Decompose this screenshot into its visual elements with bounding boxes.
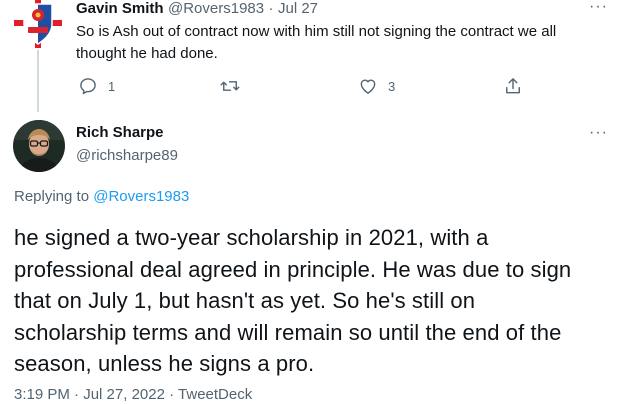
author-handle[interactable]: @richsharpe89 xyxy=(76,147,178,164)
like-count: 3 xyxy=(388,78,396,94)
replying-to-label: Replying to xyxy=(14,188,90,205)
reply-tweet-text: So is Ash out of contract now with him s… xyxy=(76,23,557,62)
heart-icon xyxy=(360,79,376,94)
meta-separator: · xyxy=(169,386,175,403)
tweet-date[interactable]: Jul 27, 2022 xyxy=(83,386,165,403)
crest-icon xyxy=(14,0,62,48)
reply-count: 1 xyxy=(108,78,116,94)
tweet-meta: 3:19 PM · Jul 27, 2022 · TweetDeck xyxy=(14,386,252,403)
author-handle[interactable]: @Rovers1983 xyxy=(168,0,264,17)
author-name[interactable]: Gavin Smith xyxy=(76,0,164,17)
tweet-source[interactable]: TweetDeck xyxy=(178,386,252,403)
like-button[interactable]: 3 xyxy=(358,76,395,96)
tweet-time[interactable]: 3:19 PM xyxy=(14,386,70,403)
retweet-icon xyxy=(220,81,240,91)
header-separator: · xyxy=(268,0,274,17)
more-options-icon[interactable]: ··· xyxy=(589,124,608,142)
reply-tweet-header: Gavin Smith @Rovers1983 · Jul 27 xyxy=(76,0,318,18)
avatar-badge[interactable] xyxy=(14,0,62,48)
replying-to-link[interactable]: @Rovers1983 xyxy=(93,188,189,205)
avatar[interactable] xyxy=(13,120,65,172)
meta-separator: · xyxy=(74,386,80,403)
thread-connector-line xyxy=(37,50,39,112)
user-avatar-icon xyxy=(13,120,65,172)
main-tweet-text: he signed a two-year scholarship in 2021… xyxy=(14,225,572,376)
share-button[interactable] xyxy=(503,76,523,96)
replying-to-line: Replying to @Rovers1983 xyxy=(14,188,189,205)
retweet-button[interactable] xyxy=(219,76,251,96)
more-options-icon[interactable]: ··· xyxy=(589,0,608,16)
author-name[interactable]: Rich Sharpe xyxy=(76,124,164,141)
tweet-date[interactable]: Jul 27 xyxy=(278,0,318,17)
reply-button[interactable]: 1 xyxy=(78,76,115,96)
reply-icon xyxy=(80,78,96,95)
share-icon xyxy=(506,78,520,94)
